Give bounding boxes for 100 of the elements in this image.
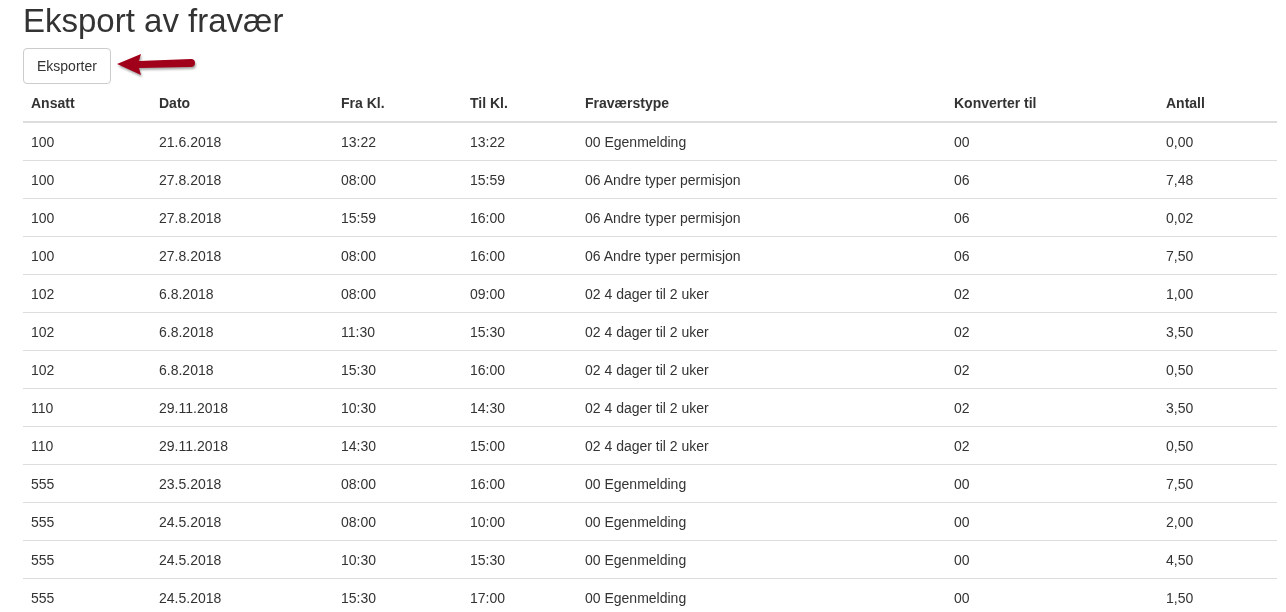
table-cell: 102 xyxy=(23,312,151,351)
table-cell: 6.8.2018 xyxy=(151,350,333,389)
table-cell: 00 Egenmelding xyxy=(577,502,946,541)
table-cell: 7,50 xyxy=(1158,236,1277,275)
table-cell: 15:00 xyxy=(462,426,577,465)
table-cell: 555 xyxy=(23,464,151,503)
column-header: Antall xyxy=(1158,85,1277,122)
table-cell: 23.5.2018 xyxy=(151,464,333,503)
table-cell: 08:00 xyxy=(333,274,462,313)
table-cell: 15:30 xyxy=(333,350,462,389)
table-cell: 29.11.2018 xyxy=(151,388,333,427)
table-cell: 14:30 xyxy=(462,388,577,427)
table-cell: 29.11.2018 xyxy=(151,426,333,465)
table-cell: 555 xyxy=(23,502,151,541)
table-cell: 16:00 xyxy=(462,198,577,237)
table-cell: 06 xyxy=(946,236,1158,275)
table-cell: 06 Andre typer permisjon xyxy=(577,160,946,199)
table-cell: 02 xyxy=(946,426,1158,465)
table-cell: 100 xyxy=(23,236,151,275)
export-button[interactable]: Eksporter xyxy=(23,48,111,84)
table-cell: 08:00 xyxy=(333,464,462,503)
table-cell: 24.5.2018 xyxy=(151,578,333,610)
table-cell: 00 xyxy=(946,540,1158,579)
table-cell: 110 xyxy=(23,426,151,465)
table-cell: 27.8.2018 xyxy=(151,198,333,237)
table-cell: 00 xyxy=(946,502,1158,541)
table-cell: 6.8.2018 xyxy=(151,274,333,313)
table-cell: 14:30 xyxy=(333,426,462,465)
table-cell: 08:00 xyxy=(333,160,462,199)
table-cell: 3,50 xyxy=(1158,312,1277,351)
table-cell: 06 xyxy=(946,160,1158,199)
table-cell: 1,00 xyxy=(1158,274,1277,313)
table-cell: 555 xyxy=(23,578,151,610)
table-cell: 10:00 xyxy=(462,502,577,541)
table-cell: 06 Andre typer permisjon xyxy=(577,198,946,237)
table-cell: 0,50 xyxy=(1158,426,1277,465)
table-cell: 1,50 xyxy=(1158,578,1277,610)
table-cell: 00 Egenmelding xyxy=(577,122,946,161)
table-cell: 27.8.2018 xyxy=(151,160,333,199)
table-cell: 02 xyxy=(946,350,1158,389)
column-header: Ansatt xyxy=(23,85,151,122)
table-cell: 0,02 xyxy=(1158,198,1277,237)
column-header: Til Kl. xyxy=(462,85,577,122)
table-cell: 02 4 dager til 2 uker xyxy=(577,274,946,313)
table-cell: 555 xyxy=(23,540,151,579)
table-cell: 09:00 xyxy=(462,274,577,313)
table-cell: 15:30 xyxy=(462,312,577,351)
table-cell: 100 xyxy=(23,198,151,237)
table-cell: 110 xyxy=(23,388,151,427)
table-cell: 02 4 dager til 2 uker xyxy=(577,350,946,389)
table-cell: 00 xyxy=(946,578,1158,610)
table-cell: 2,00 xyxy=(1158,502,1277,541)
table-cell: 00 xyxy=(946,464,1158,503)
table-cell: 24.5.2018 xyxy=(151,502,333,541)
page-title: Eksport av fravær xyxy=(23,1,285,41)
table-cell: 100 xyxy=(23,160,151,199)
table-cell: 0,50 xyxy=(1158,350,1277,389)
table-cell: 02 xyxy=(946,312,1158,351)
table-cell: 13:22 xyxy=(333,122,462,161)
table-cell: 00 Egenmelding xyxy=(577,540,946,579)
table-cell: 08:00 xyxy=(333,236,462,275)
column-header: Fraværstype xyxy=(577,85,946,122)
table-cell: 15:59 xyxy=(462,160,577,199)
table-cell: 0,00 xyxy=(1158,122,1277,161)
table-cell: 7,48 xyxy=(1158,160,1277,199)
table-cell: 6.8.2018 xyxy=(151,312,333,351)
table-cell: 10:30 xyxy=(333,540,462,579)
table-cell: 06 Andre typer permisjon xyxy=(577,236,946,275)
table-cell: 08:00 xyxy=(333,502,462,541)
table-cell: 16:00 xyxy=(462,236,577,275)
column-header: Konverter til xyxy=(946,85,1158,122)
column-header: Dato xyxy=(151,85,333,122)
table-cell: 02 4 dager til 2 uker xyxy=(577,388,946,427)
table-cell: 11:30 xyxy=(333,312,462,351)
table-cell: 15:30 xyxy=(462,540,577,579)
table-cell: 102 xyxy=(23,350,151,389)
table-cell: 15:59 xyxy=(333,198,462,237)
table-cell: 02 4 dager til 2 uker xyxy=(577,426,946,465)
table-cell: 4,50 xyxy=(1158,540,1277,579)
table-cell: 27.8.2018 xyxy=(151,236,333,275)
table-cell: 00 Egenmelding xyxy=(577,578,946,610)
table-cell: 00 Egenmelding xyxy=(577,464,946,503)
table-cell: 02 xyxy=(946,274,1158,313)
table-cell: 06 xyxy=(946,198,1158,237)
table-cell: 00 xyxy=(946,122,1158,161)
table-cell: 102 xyxy=(23,274,151,313)
table-cell: 7,50 xyxy=(1158,464,1277,503)
table-cell: 17:00 xyxy=(462,578,577,610)
table-cell: 02 xyxy=(946,388,1158,427)
table-cell: 15:30 xyxy=(333,578,462,610)
table-cell: 10:30 xyxy=(333,388,462,427)
table-cell: 13:22 xyxy=(462,122,577,161)
table-cell: 100 xyxy=(23,122,151,161)
table-cell: 02 4 dager til 2 uker xyxy=(577,312,946,351)
table-cell: 3,50 xyxy=(1158,388,1277,427)
table-cell: 16:00 xyxy=(462,464,577,503)
column-header: Fra Kl. xyxy=(333,85,462,122)
table-cell: 21.6.2018 xyxy=(151,122,333,161)
table-cell: 24.5.2018 xyxy=(151,540,333,579)
table-cell: 16:00 xyxy=(462,350,577,389)
